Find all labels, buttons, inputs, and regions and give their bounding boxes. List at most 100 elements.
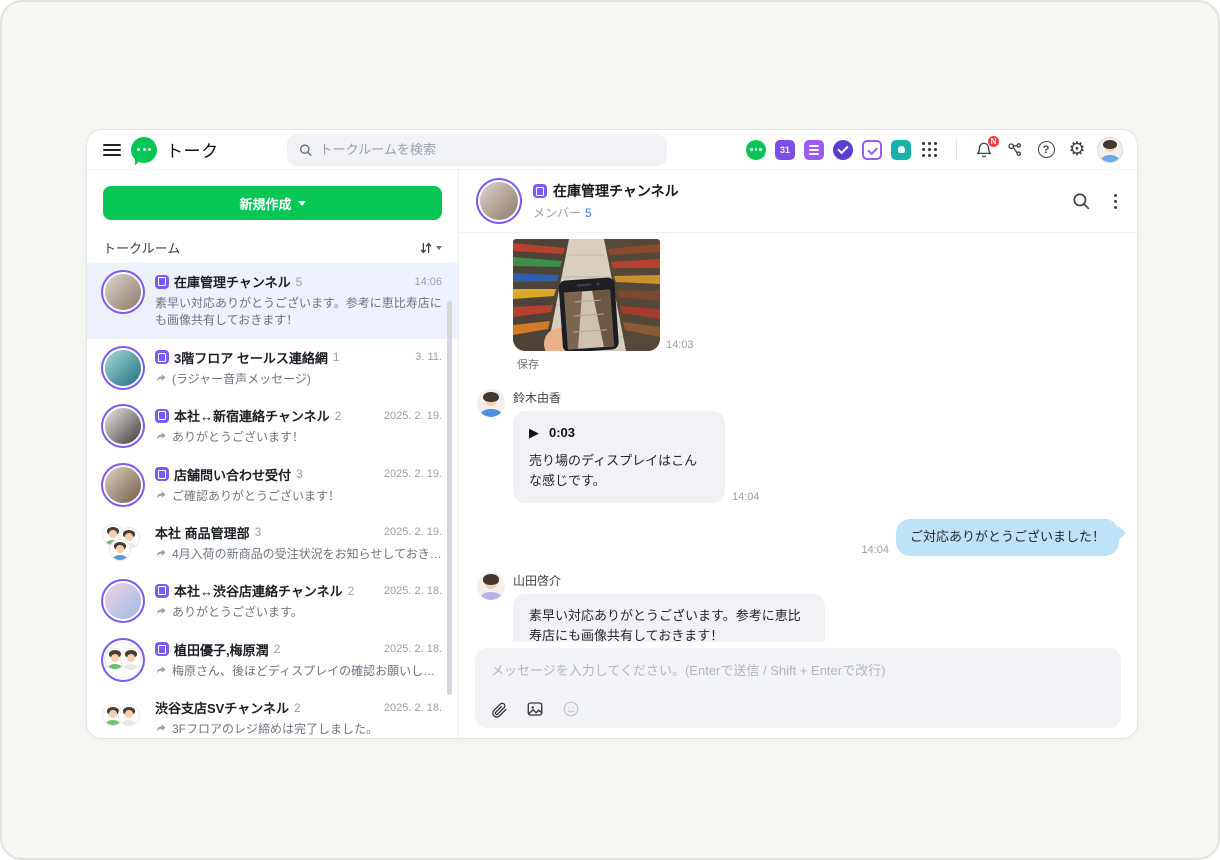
room-avatar <box>105 350 141 386</box>
room-preview-text: 梅原さん、後ほどディスプレイの確認お願いします！ <box>172 663 442 680</box>
room-avatar <box>105 274 141 310</box>
play-icon[interactable]: ▶ <box>529 423 539 443</box>
room-preview-text: ご確認ありがとうございます！ <box>172 488 340 505</box>
talk-room-sidebar: 新規作成 トークルーム 在庫管理チャンネル 5 14 <box>87 170 459 738</box>
app-grid-icon[interactable] <box>920 140 940 160</box>
avatar-yamada[interactable] <box>477 572 505 600</box>
organization-icon[interactable] <box>1004 139 1026 161</box>
sort-order-control[interactable] <box>419 241 442 255</box>
profile-avatar[interactable] <box>1097 137 1123 163</box>
audio-duration: 0:03 <box>549 423 575 443</box>
hamburger-menu-icon[interactable] <box>103 144 121 156</box>
global-topbar: トーク 31 <box>87 130 1137 170</box>
forward-arrow-icon <box>155 664 167 676</box>
message-time: 14:03 <box>666 339 694 351</box>
message-text: 売り場のディスプレイはこんな感じです。 <box>529 451 709 491</box>
forward-arrow-icon <box>155 547 167 559</box>
room-title: 本社↔新宿連絡チャンネル <box>174 406 330 425</box>
help-icon[interactable]: ? <box>1035 139 1057 161</box>
new-create-button[interactable]: 新規作成 <box>103 186 442 220</box>
notification-bell-icon[interactable]: N <box>973 139 995 161</box>
forward-arrow-icon <box>155 372 167 384</box>
room-last-time: 2025. 2. 19. <box>378 410 442 422</box>
main-area: 新規作成 トークルーム 在庫管理チャンネル 5 14 <box>87 170 1137 738</box>
talk-room-item[interactable]: 店舗問い合わせ受付 3 2025. 2. 19. ご確認ありがとうございます！ <box>87 456 458 514</box>
talk-room-item[interactable]: 在庫管理チャンネル 5 14:06 素早い対応ありがとうございます。参考に恵比寿… <box>87 263 458 339</box>
room-avatar <box>105 583 141 619</box>
sender-name: 鈴木由香 <box>513 389 760 406</box>
room-avatar <box>105 467 141 503</box>
talk-room-item[interactable]: 渋谷支店SVチャンネル 2 2025. 2. 18. 3Fフロアのレジ締めは完了… <box>87 689 458 738</box>
room-member-count: 2 <box>294 701 301 715</box>
room-title: 店舗問い合わせ受付 <box>174 465 291 484</box>
channel-badge-icon <box>155 350 169 364</box>
message-list: 14:03 保存 鈴木由香 <box>459 233 1137 642</box>
room-title: 本社↔渋谷店連絡チャンネル <box>174 581 343 600</box>
app-title: トーク <box>166 137 219 162</box>
room-preview-text: 素早い対応ありがとうございます。参考に恵比寿店にも画像共有しておきます！ <box>155 295 442 330</box>
channel-badge-icon <box>155 275 169 289</box>
room-last-time: 3. 11. <box>409 351 442 363</box>
attach-file-icon[interactable] <box>491 701 508 718</box>
room-title: 植田優子,梅原潤 <box>174 640 269 659</box>
room-last-time: 2025. 2. 18. <box>378 585 442 597</box>
group-member-face <box>120 648 142 670</box>
talk-room-item[interactable]: 本社↔渋谷店連絡チャンネル 2 2025. 2. 18. ありがとうございます。 <box>87 572 458 630</box>
emoji-icon[interactable] <box>562 700 580 718</box>
service-contacts-icon[interactable] <box>891 140 911 160</box>
chat-title: 在庫管理チャンネル <box>553 181 679 201</box>
channel-badge-icon <box>155 642 169 656</box>
chat-search-icon[interactable] <box>1072 192 1090 210</box>
talk-app-logo-icon <box>131 137 157 163</box>
service-calendar-icon[interactable]: 31 <box>775 140 795 160</box>
avatar-suzuki[interactable] <box>477 389 505 417</box>
talk-room-item[interactable]: 本社 商品管理部 3 2025. 2. 19. 4月入荷の新商品の受注状況をお知… <box>87 514 458 572</box>
chat-menu-kebab-icon[interactable] <box>1112 192 1119 211</box>
room-avatar <box>103 523 143 563</box>
talk-room-item[interactable]: 植田優子,梅原潤 2 2025. 2. 18. 梅原さん、後ほどディスプレイの確… <box>87 631 458 689</box>
service-board-icon[interactable] <box>804 140 824 160</box>
message-time: 14:04 <box>732 491 760 503</box>
talk-room-list: 在庫管理チャンネル 5 14:06 素早い対応ありがとうございます。参考に恵比寿… <box>87 263 458 738</box>
message-composer <box>475 648 1121 728</box>
settings-gear-icon[interactable]: ⚙ <box>1066 139 1088 161</box>
channel-badge-icon <box>155 584 169 598</box>
sidebar-scrollbar[interactable] <box>447 301 452 695</box>
topbar-icons: 31 N ? <box>746 137 1123 163</box>
room-title: 渋谷支店SVチャンネル <box>155 698 289 717</box>
audio-player[interactable]: ▶ 0:03 <box>529 423 709 443</box>
chat-header: 在庫管理チャンネル メンバー5 <box>459 170 1137 233</box>
search-icon <box>299 143 312 157</box>
talk-room-item[interactable]: 3階フロア セールス連絡網 1 3. 11. (ラジャー音声メッセージ) <box>87 339 458 397</box>
room-member-count: 2 <box>274 642 281 656</box>
room-preview-text: 3Fフロアのレジ締めは完了しました。 <box>172 721 378 738</box>
message-input[interactable] <box>491 660 1105 690</box>
channel-badge-icon <box>155 409 169 423</box>
service-talk-icon[interactable] <box>746 140 766 160</box>
talk-room-search[interactable] <box>287 134 667 166</box>
service-task-icon[interactable] <box>833 140 853 160</box>
service-form-icon[interactable] <box>862 140 882 160</box>
chat-column: 在庫管理チャンネル メンバー5 <box>459 170 1137 738</box>
attach-image-icon[interactable] <box>526 700 544 718</box>
group-member-face <box>118 704 140 726</box>
room-preview-text: ありがとうございます。 <box>172 604 303 621</box>
talk-room-item[interactable]: 本社↔新宿連絡チャンネル 2 2025. 2. 19. ありがとうございます！ <box>87 397 458 455</box>
channel-avatar[interactable] <box>480 182 518 220</box>
room-member-count: 2 <box>335 409 342 423</box>
room-avatar <box>103 698 143 738</box>
room-member-count: 2 <box>348 584 355 598</box>
member-count[interactable]: メンバー5 <box>533 204 679 221</box>
room-member-count: 5 <box>296 275 303 289</box>
talk-room-list-header: トークルーム <box>103 238 180 257</box>
room-title: 本社 商品管理部 <box>155 523 250 542</box>
search-input[interactable] <box>320 142 655 157</box>
save-image-link[interactable]: 保存 <box>517 356 539 372</box>
forward-arrow-icon <box>155 489 167 501</box>
room-last-time: 14:06 <box>408 276 442 288</box>
room-member-count: 3 <box>255 525 262 539</box>
incoming-message-bubble: 素早い対応ありがとうございます。参考に恵比寿店にも画像共有しておきます！ <box>513 594 825 642</box>
room-member-count: 3 <box>296 467 303 481</box>
shared-photo-supermarket-aisle[interactable] <box>513 239 660 351</box>
room-preview-text: ありがとうございます！ <box>172 429 304 446</box>
